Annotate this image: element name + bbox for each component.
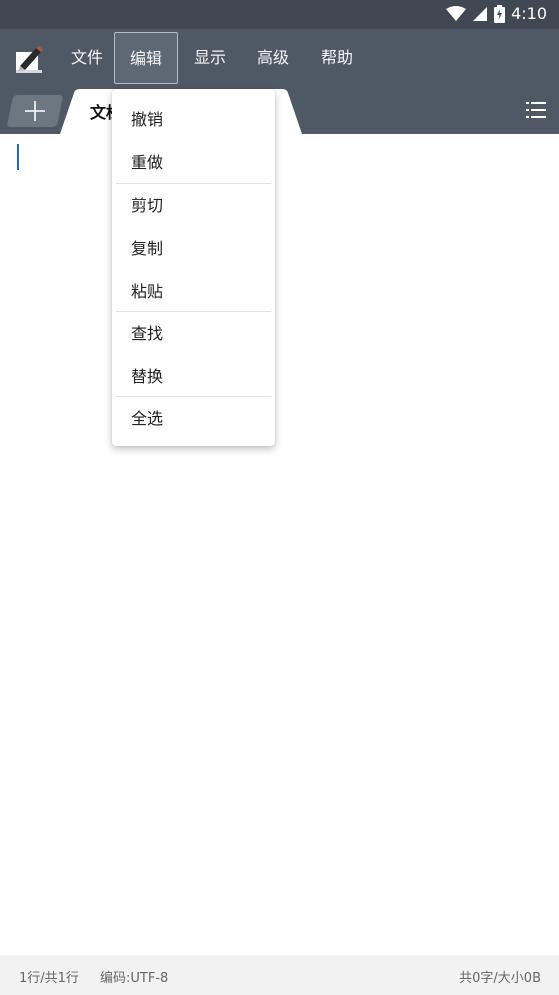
line-info: 1行/共1行 <box>19 971 79 986</box>
menu-edit[interactable]: 编辑 <box>114 32 178 84</box>
menu-advanced[interactable]: 高级 <box>248 32 298 84</box>
menu-item-undo[interactable]: 撤销 <box>112 98 275 141</box>
system-status-bar: 4:10 <box>0 0 559 29</box>
text-editor[interactable] <box>0 134 559 955</box>
status-icons: 4:10 <box>446 4 547 24</box>
tab-title[interactable]: 文档 <box>90 99 112 123</box>
menu-help[interactable]: 帮助 <box>312 32 362 84</box>
battery-charging-icon <box>494 5 506 23</box>
menu-file[interactable]: 文件 <box>62 32 112 84</box>
menu-item-paste[interactable]: 粘贴 <box>112 270 275 313</box>
add-tab-button[interactable] <box>6 95 64 127</box>
notepad-pen-icon[interactable] <box>14 44 44 74</box>
menu-item-copy[interactable]: 复制 <box>112 227 275 270</box>
plus-icon <box>25 101 45 121</box>
encoding-info: 编码:UTF-8 <box>100 971 169 986</box>
clock: 4:10 <box>511 4 547 23</box>
tab-bar: 文档 <box>0 89 559 134</box>
menu-item-replace[interactable]: 替换 <box>112 355 275 398</box>
list-icon[interactable] <box>525 99 547 121</box>
menu-view[interactable]: 显示 <box>185 32 235 84</box>
text-caret <box>17 144 19 170</box>
wifi-icon <box>446 6 467 21</box>
edit-dropdown-menu: 撤销 重做 剪切 复制 粘贴 查找 替换 全选 <box>112 89 275 446</box>
size-info: 共0字/大小0B <box>459 971 541 986</box>
editor-status-bar: 1行/共1行 编码:UTF-8 共0字/大小0B <box>0 955 559 995</box>
menu-item-redo[interactable]: 重做 <box>112 141 275 184</box>
menu-bar: 文件 编辑 显示 高级 帮助 <box>0 29 559 89</box>
menu-item-find[interactable]: 查找 <box>112 312 275 355</box>
menu-item-cut[interactable]: 剪切 <box>112 184 275 227</box>
menu-item-select-all[interactable]: 全选 <box>112 397 275 440</box>
cell-signal-icon <box>473 7 488 21</box>
